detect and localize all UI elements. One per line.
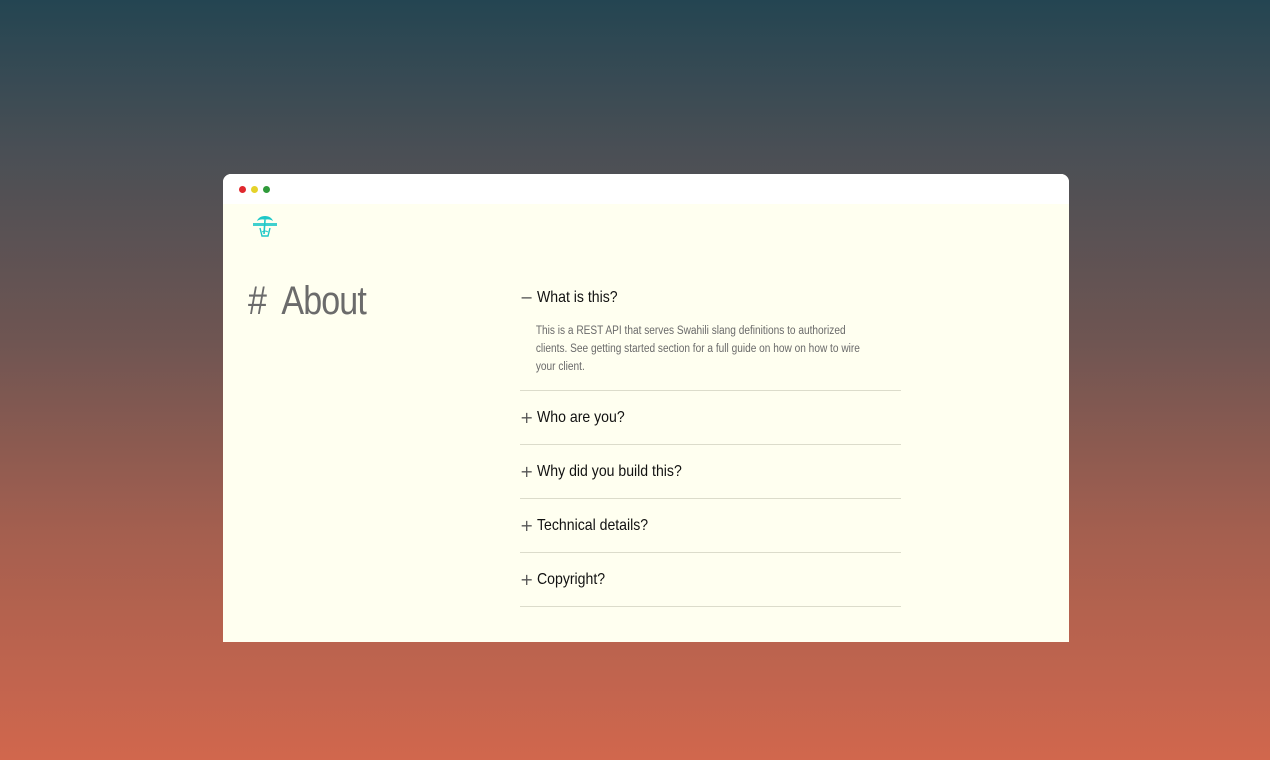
browser-window: # About − What is this? This is a REST AP… (223, 174, 1069, 642)
faq-question-toggle[interactable]: − What is this? (520, 280, 901, 315)
faq-item-what-is-this: − What is this? This is a REST API that … (520, 280, 901, 391)
close-window-button[interactable] (239, 186, 246, 193)
faq-question-toggle[interactable]: + Copyright? (520, 553, 901, 606)
faq-item-technical-details: + Technical details? (520, 499, 901, 553)
plus-icon: + (520, 407, 534, 427)
faq-question: Why did you build this? (537, 462, 682, 480)
faq-item-why-build: + Why did you build this? (520, 445, 901, 499)
faq-accordion: − What is this? This is a REST API that … (520, 280, 901, 607)
maximize-window-button[interactable] (263, 186, 270, 193)
heading-hash: # (248, 279, 267, 323)
minus-icon: − (520, 287, 534, 307)
faq-question: What is this? (537, 288, 618, 306)
faq-question: Who are you? (537, 408, 625, 426)
plus-icon: + (520, 515, 534, 535)
faq-item-who-are-you: + Who are you? (520, 391, 901, 445)
heading-text: About (281, 279, 366, 323)
faq-answer: This is a REST API that serves Swahili s… (535, 325, 860, 373)
minimize-window-button[interactable] (251, 186, 258, 193)
faq-question: Technical details? (537, 516, 649, 534)
plus-icon: + (520, 461, 534, 481)
faq-question: Copyright? (537, 570, 606, 588)
plus-icon: + (520, 569, 534, 589)
faq-question-toggle[interactable]: + Why did you build this? (520, 445, 901, 498)
palm-tree-logo-icon[interactable] (251, 214, 279, 238)
page-title: # About (248, 279, 367, 324)
faq-question-toggle[interactable]: + Technical details? (520, 499, 901, 552)
faq-item-copyright: + Copyright? (520, 553, 901, 607)
window-titlebar (223, 174, 1069, 204)
faq-question-toggle[interactable]: + Who are you? (520, 391, 901, 444)
